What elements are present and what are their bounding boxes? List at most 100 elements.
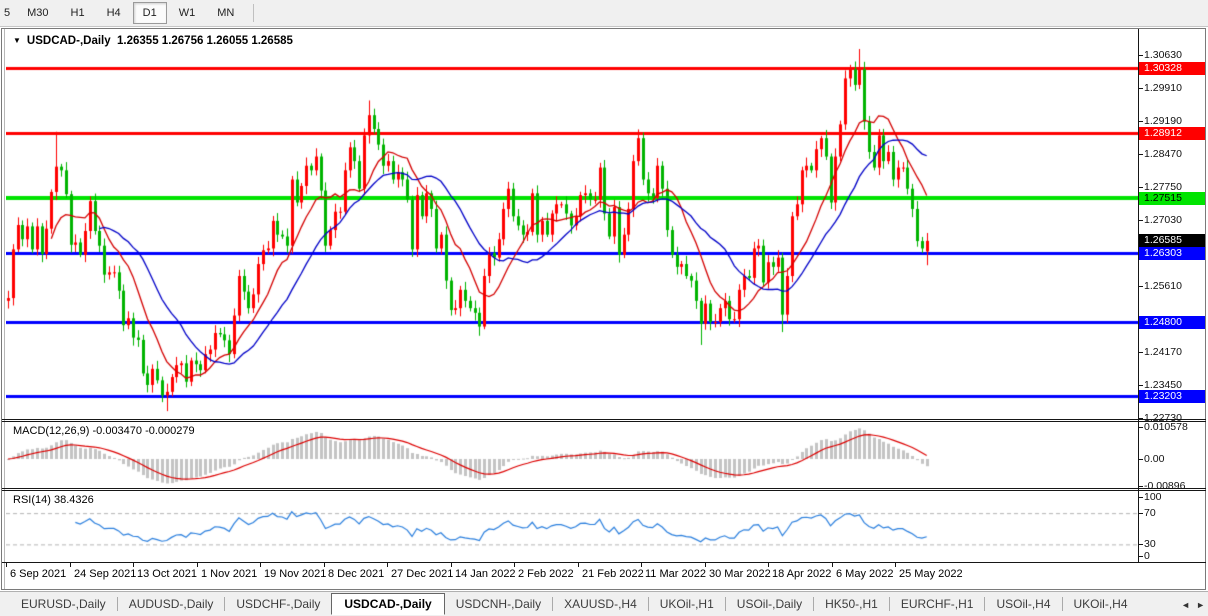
time-tick-mark — [705, 562, 706, 567]
axis-tick-mark — [1138, 55, 1143, 56]
axis-tick-mark — [1138, 121, 1143, 122]
tab-scroll-left-icon[interactable]: ◄ — [1181, 600, 1190, 610]
timeframe-mn[interactable]: MN — [207, 2, 244, 24]
timeframe-m30[interactable]: M30 — [17, 2, 58, 24]
tab-usoil-daily[interactable]: USOil-,Daily — [726, 594, 813, 614]
time-axis-label: 8 Dec 2021 — [328, 568, 384, 580]
chart-tab-bar: EURUSD-,DailyAUDUSD-,DailyUSDCHF-,DailyU… — [0, 591, 1208, 616]
time-tick-mark — [832, 562, 833, 567]
price-tick-label: 1.24170 — [1144, 346, 1182, 359]
tab-ukoil-h4[interactable]: UKOil-,H4 — [1063, 594, 1139, 614]
price-tag: 1.28912 — [1139, 127, 1205, 140]
axis-tick-mark — [1138, 486, 1143, 487]
axis-tick-mark — [1138, 427, 1143, 428]
tab-scroll-controls: ◄► — [1175, 592, 1205, 616]
time-axis-label: 6 Sep 2021 — [10, 568, 66, 580]
price-tick-label: 1.29910 — [1144, 82, 1182, 95]
axis-tick-mark — [1138, 459, 1143, 460]
axis-tick-mark — [1138, 544, 1143, 545]
axis-tick-mark — [1138, 88, 1143, 89]
tab-usdchf-daily[interactable]: USDCHF-,Daily — [225, 594, 331, 614]
axis-tick-mark — [1138, 352, 1143, 353]
timeframe-toolbar: 5M30H1H4D1W1MN — [0, 0, 1208, 27]
rsi-label: RSI(14) — [13, 494, 51, 506]
tab-eurchf-h1[interactable]: EURCHF-,H1 — [890, 594, 985, 614]
time-tick-mark — [324, 562, 325, 567]
price-chart-canvas[interactable] — [6, 29, 1138, 420]
rsi-canvas[interactable] — [6, 491, 1138, 561]
time-axis-label: 1 Nov 2021 — [201, 568, 257, 580]
timeframe-h4[interactable]: H4 — [97, 2, 131, 24]
price-tick-label: 1.28470 — [1144, 148, 1182, 161]
time-tick-mark — [768, 562, 769, 567]
tab-xauusd-h4[interactable]: XAUUSD-,H4 — [553, 594, 648, 614]
price-tag: 1.30328 — [1139, 62, 1205, 75]
price-tick-label: 1.25610 — [1144, 280, 1182, 293]
axis-tick-mark — [1138, 385, 1143, 386]
macd-tick-label: 0.00 — [1144, 453, 1164, 466]
rsi-value: 38.4326 — [54, 494, 94, 506]
time-axis-label: 24 Sep 2021 — [74, 568, 136, 580]
panel-separator[interactable] — [2, 488, 1206, 489]
price-tag: 1.26303 — [1139, 247, 1205, 260]
price-tick-label: 1.29190 — [1144, 115, 1182, 128]
time-axis-label: 18 Apr 2022 — [772, 568, 831, 580]
tab-usoil-h4[interactable]: USOil-,H4 — [985, 594, 1061, 614]
axis-tick-mark — [1138, 513, 1143, 514]
time-axis-label: 21 Feb 2022 — [582, 568, 644, 580]
price-tag: 1.26585 — [1139, 234, 1205, 247]
axis-tick-mark — [1138, 220, 1143, 221]
tab-scroll-right-icon[interactable]: ► — [1196, 600, 1205, 610]
time-axis-border — [2, 562, 1206, 563]
time-tick-mark — [70, 562, 71, 567]
timeframe-5[interactable]: 5 — [2, 2, 15, 24]
tab-usdcad-daily[interactable]: USDCAD-,Daily — [331, 593, 444, 615]
macd-header: MACD(12,26,9) -0.003470 -0.000279 — [13, 425, 195, 437]
timeframe-h1[interactable]: H1 — [61, 2, 95, 24]
price-tick-label: 1.27030 — [1144, 214, 1182, 227]
time-axis-label: 6 May 2022 — [836, 568, 893, 580]
macd-tick-label: 0.010578 — [1144, 421, 1188, 434]
tab-ukoil-h1[interactable]: UKOil-,H1 — [649, 594, 725, 614]
time-tick-mark — [641, 562, 642, 567]
chart-title: ▼USDCAD-,Daily 1.26355 1.26756 1.26055 1… — [13, 35, 293, 47]
price-tick-label: 1.30630 — [1144, 49, 1182, 62]
axis-tick-mark — [1138, 187, 1143, 188]
macd-value-signal: -0.000279 — [145, 425, 195, 437]
time-axis-label: 19 Nov 2021 — [264, 568, 326, 580]
trading-terminal: 5M30H1H4D1W1MN ▼USDCAD-,Daily 1.26355 1.… — [0, 0, 1208, 616]
time-tick-mark — [387, 562, 388, 567]
axis-tick-mark — [1138, 556, 1143, 557]
time-axis-label: 14 Jan 2022 — [455, 568, 516, 580]
timeframe-d1[interactable]: D1 — [133, 2, 167, 24]
time-tick-mark — [6, 562, 7, 567]
time-tick-mark — [451, 562, 452, 567]
window-inner-edge — [4, 29, 5, 589]
panel-separator — [2, 421, 1206, 422]
toolbar-separator — [253, 4, 254, 22]
rsi-tick-label: 100 — [1144, 491, 1162, 504]
time-axis-label: 13 Oct 2021 — [137, 568, 197, 580]
macd-value-main: -0.003470 — [92, 425, 142, 437]
tab-usdcnh-daily[interactable]: USDCNH-,Daily — [445, 594, 552, 614]
time-axis-label: 11 Mar 2022 — [645, 568, 706, 580]
tab-hk50-h1[interactable]: HK50-,H1 — [814, 594, 889, 614]
axis-tick-mark — [1138, 497, 1143, 498]
price-tag: 1.23203 — [1139, 390, 1205, 403]
axis-tick-mark — [1138, 154, 1143, 155]
time-tick-mark — [514, 562, 515, 567]
time-axis-label: 30 Mar 2022 — [709, 568, 771, 580]
tab-audusd-daily[interactable]: AUDUSD-,Daily — [118, 594, 225, 614]
macd-label: MACD(12,26,9) — [13, 425, 89, 437]
time-axis-label: 27 Dec 2021 — [391, 568, 453, 580]
axis-tick-mark — [1138, 418, 1143, 419]
price-tag: 1.27515 — [1139, 192, 1205, 205]
chart-symbol-label: USDCAD-,Daily — [27, 35, 111, 47]
timeframe-w1[interactable]: W1 — [169, 2, 206, 24]
time-axis-label: 2 Feb 2022 — [518, 568, 574, 580]
symbol-dropdown-icon[interactable]: ▼ — [13, 36, 21, 45]
tab-eurusd-daily[interactable]: EURUSD-,Daily — [10, 594, 117, 614]
panel-separator[interactable] — [2, 419, 1206, 420]
axis-tick-mark — [1138, 286, 1143, 287]
price-tag: 1.24800 — [1139, 316, 1205, 329]
